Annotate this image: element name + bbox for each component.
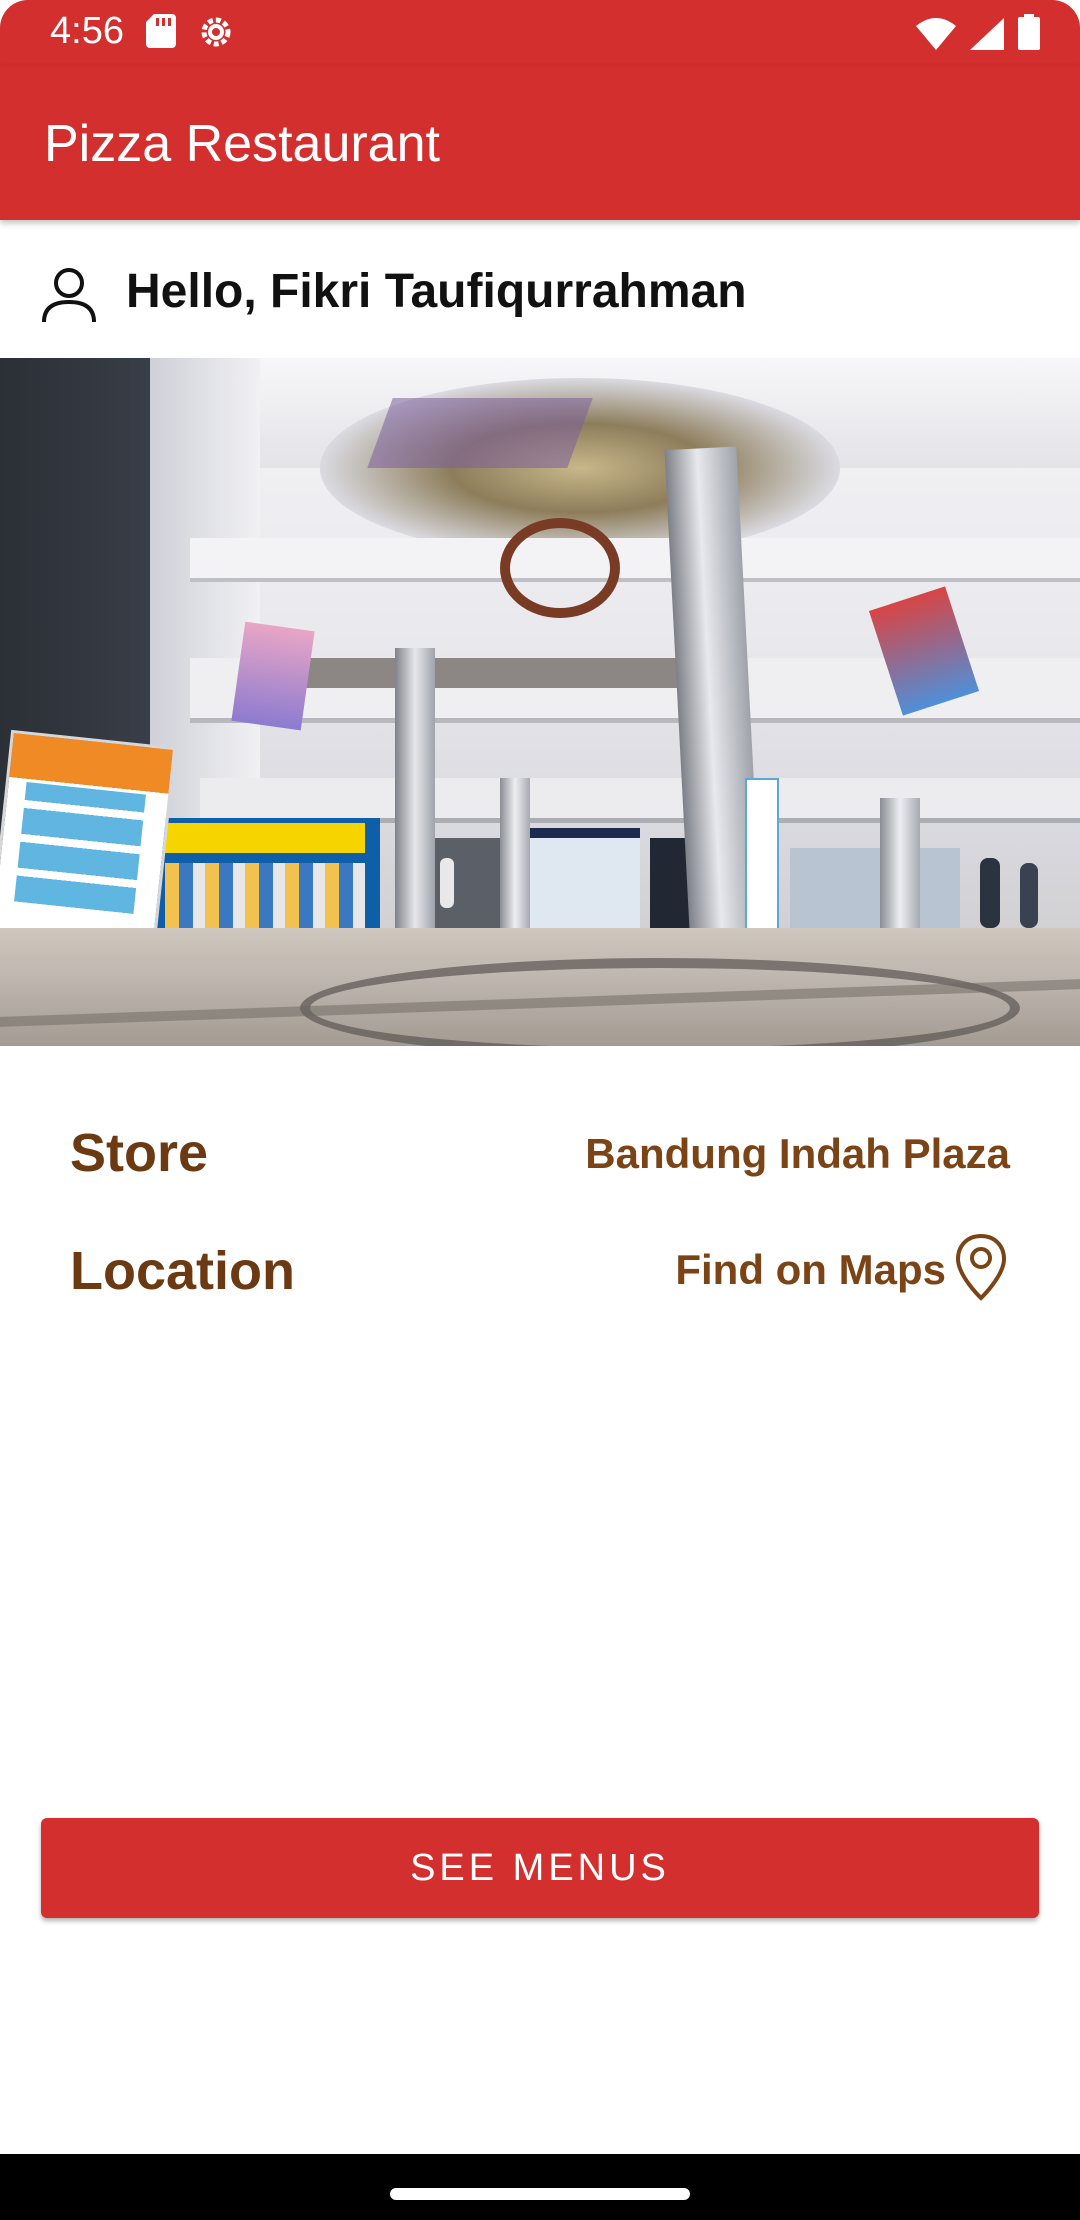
- map-pin-icon: [954, 1232, 1008, 1307]
- find-on-maps-link[interactable]: Find on Maps: [675, 1232, 1008, 1307]
- app-title: Pizza Restaurant: [44, 115, 440, 173]
- navigation-bar: [0, 2154, 1080, 2220]
- status-bar: 4:56: [0, 0, 1080, 66]
- store-label: Store: [70, 1123, 209, 1183]
- status-time: 4:56: [50, 10, 124, 52]
- mall-photo: [0, 358, 1080, 1046]
- store-value: Bandung Indah Plaza: [585, 1130, 1010, 1177]
- sd-card-icon: [146, 14, 176, 55]
- see-menus-button[interactable]: SEE MENUS: [41, 1818, 1039, 1918]
- greeting-text: Hello, Fikri Taufiqurrahman: [126, 265, 747, 318]
- find-on-maps-text: Find on Maps: [675, 1245, 946, 1293]
- app-bar: Pizza Restaurant: [0, 66, 1080, 220]
- person-icon: [40, 266, 98, 329]
- signal-icon: [970, 18, 1004, 55]
- settings-gear-icon: [198, 14, 234, 55]
- greeting-row: Hello, Fikri Taufiqurrahman: [0, 222, 1080, 358]
- home-gesture-handle[interactable]: [390, 2188, 690, 2200]
- location-label: Location: [70, 1241, 295, 1301]
- wifi-icon: [916, 18, 956, 55]
- battery-icon: [1018, 14, 1040, 55]
